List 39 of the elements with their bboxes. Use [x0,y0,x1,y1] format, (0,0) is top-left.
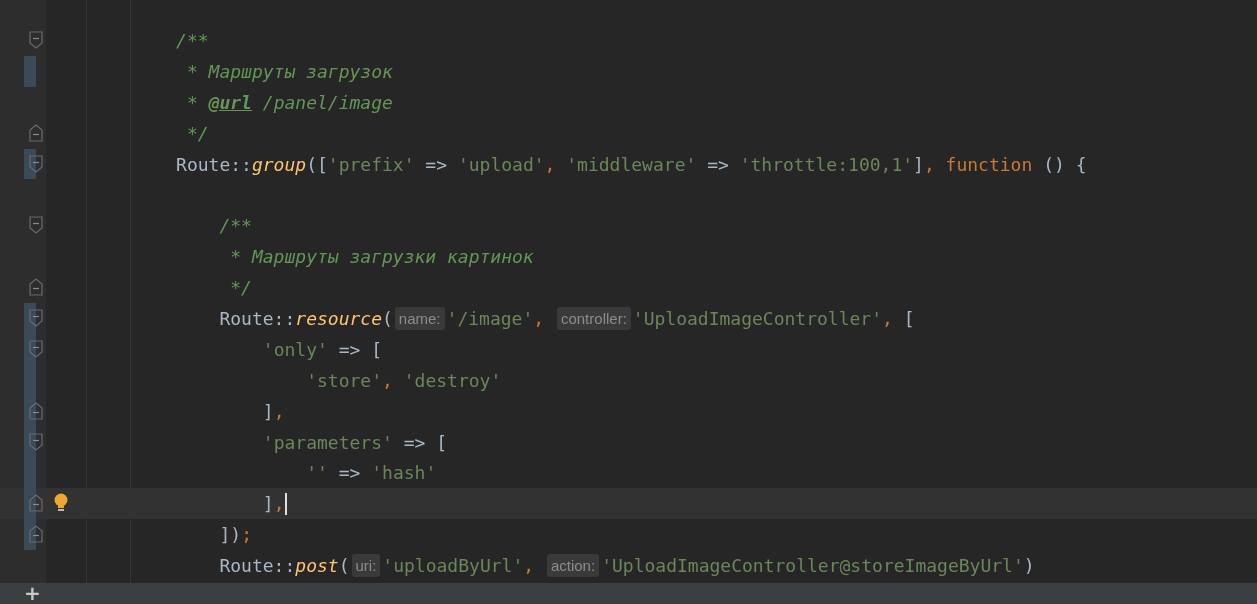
fold-icon[interactable] [29,154,43,173]
code-text: ], [262,493,285,515]
code-text: 'UploadImageController', [ [632,307,915,329]
code-text: ], [262,400,285,422]
fold-icon[interactable] [29,339,43,358]
code-text: Route::post( [219,555,350,577]
parameter-hint: controller: [556,306,631,330]
code-text: * Маршруты загрузки картинок [229,246,534,268]
code-text: ]); [219,524,252,546]
code-text: * @url /panel/image [185,91,393,113]
fold-icon[interactable] [29,401,43,420]
fold-icon[interactable] [29,432,43,451]
code-text: */ [185,122,209,144]
code-text: 'only' => [ [262,338,382,360]
fold-icon[interactable] [29,123,43,142]
code-text: '/image', [446,307,546,329]
code-text: */ [229,277,252,299]
code-text: 'UploadImageController@storeImageByUrl') [601,555,1035,577]
code-text: 'store', 'destroy' [306,369,502,391]
code-text: Route::resource( [219,307,393,329]
fold-icon[interactable] [29,278,43,297]
fold-icon[interactable] [29,309,43,327]
code-text: /** [176,29,209,51]
fold-icon[interactable] [29,494,43,513]
code-text: '' => 'hash' [306,462,437,484]
fold-icon[interactable] [29,216,43,235]
fold-icon[interactable] [29,31,43,49]
code-text: 'uploadByUrl', [382,555,536,577]
parameter-hint: action: [546,554,600,578]
parameter-hint: name: [394,306,445,330]
code-text: /** [219,215,252,237]
code-text: * Маршруты загрузок [185,60,393,82]
lightbulb-icon[interactable] [54,493,68,514]
code-text: Route::group(['prefix' => 'upload', 'middleware' => 'throttle:100,1'], function () { [176,153,1087,175]
add-button[interactable]: + [24,583,41,604]
text-caret [285,492,288,515]
code-text: 'parameters' => [ [262,431,448,453]
fold-icon[interactable] [29,525,43,544]
parameter-hint: uri: [351,554,381,578]
